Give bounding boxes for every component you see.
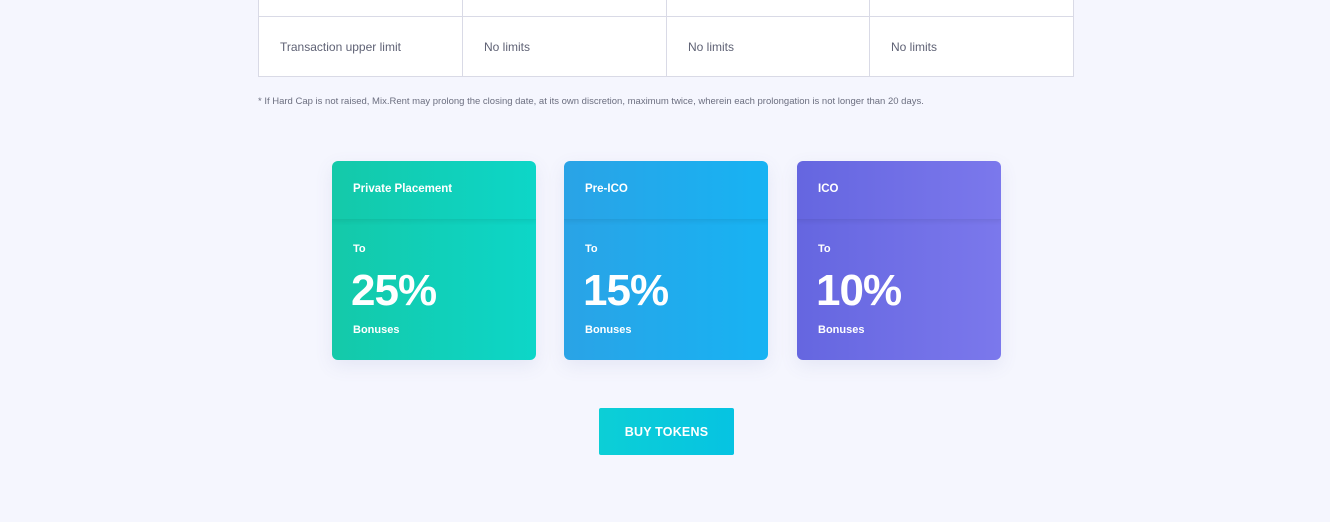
card-prefix: To — [353, 243, 366, 255]
card-header: Pre-ICO — [564, 161, 768, 220]
card-bonus-value: 15% — [583, 266, 669, 315]
footnote: * If Hard Cap is not raised, Mix.Rent ma… — [258, 96, 924, 107]
card-header: ICO — [797, 161, 1001, 220]
table-cell: No limits — [462, 16, 667, 77]
bonus-card-private-placement: Private Placement To 25% Bonuses — [332, 161, 536, 360]
buy-tokens-button[interactable]: BUY TOKENS — [599, 408, 734, 455]
card-suffix: Bonuses — [353, 324, 400, 336]
table-cell — [666, 0, 870, 17]
table-cell: No limits — [869, 16, 1074, 77]
card-bonus-value: 10% — [816, 266, 902, 315]
table-cell — [869, 0, 1074, 17]
card-header: Private Placement — [332, 161, 536, 220]
card-bonus-value: 25% — [351, 266, 437, 315]
page: Transaction upper limit No limits No lim… — [0, 0, 1330, 522]
table-cell-label — [258, 0, 463, 17]
table-row — [258, 0, 1074, 17]
limits-table: Transaction upper limit No limits No lim… — [258, 0, 1074, 77]
card-title: ICO — [818, 183, 839, 195]
card-prefix: To — [818, 243, 831, 255]
table-cell: No limits — [666, 16, 870, 77]
table-row: Transaction upper limit No limits No lim… — [258, 16, 1074, 77]
card-suffix: Bonuses — [818, 324, 865, 336]
card-suffix: Bonuses — [585, 324, 632, 336]
table-cell-label: Transaction upper limit — [258, 16, 463, 77]
table-cell — [462, 0, 667, 17]
card-prefix: To — [585, 243, 598, 255]
bonus-card-pre-ico: Pre-ICO To 15% Bonuses — [564, 161, 768, 360]
bonus-card-ico: ICO To 10% Bonuses — [797, 161, 1001, 360]
card-title: Pre-ICO — [585, 183, 628, 195]
card-title: Private Placement — [353, 183, 453, 195]
